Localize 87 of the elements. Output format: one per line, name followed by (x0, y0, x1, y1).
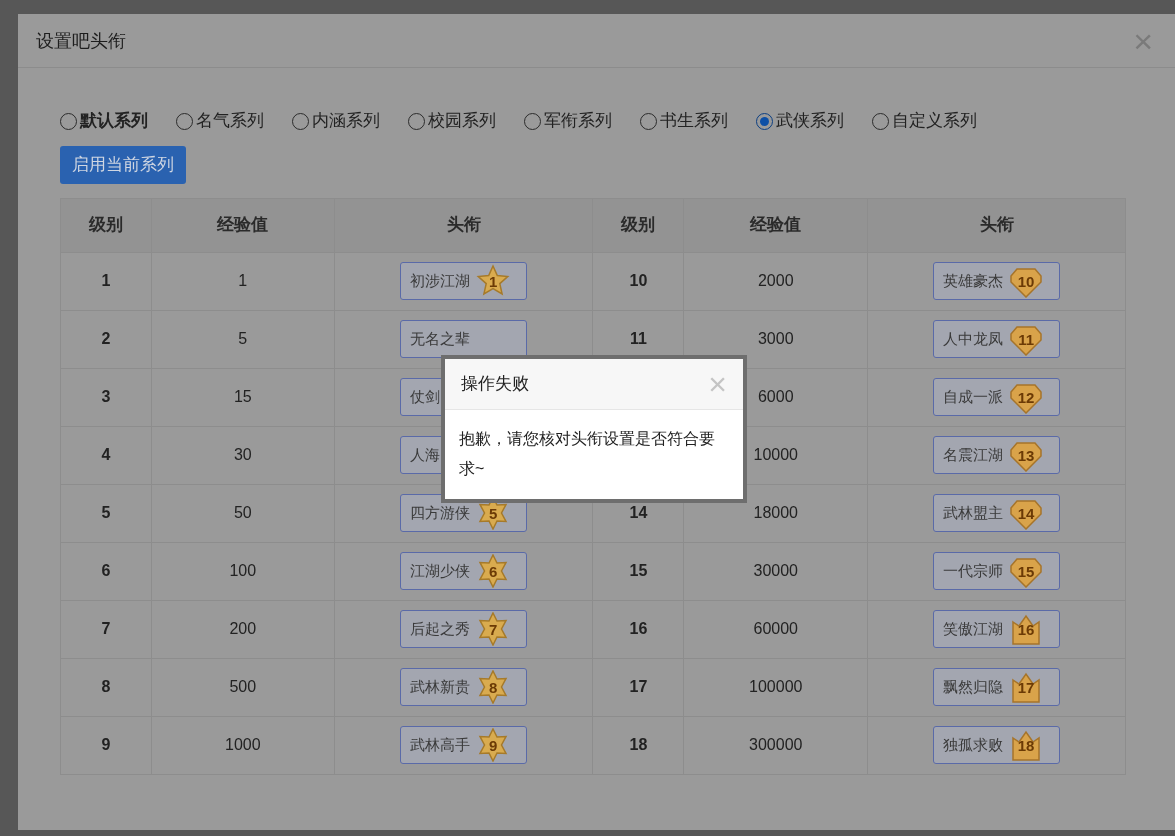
level-cell: 3 (60, 368, 152, 426)
badge-number: 15 (1017, 563, 1035, 581)
radio-label[interactable]: 名气系列 (196, 108, 264, 134)
title-text: 四方游侠 (410, 502, 471, 524)
badge-number: 12 (1017, 389, 1035, 407)
badge-number: 6 (488, 563, 498, 581)
level-cell: 2 (60, 310, 152, 368)
radio-button[interactable] (292, 112, 309, 130)
radio-label[interactable]: 书生系列 (660, 108, 728, 134)
title-text: 后起之秀 (410, 618, 471, 640)
badge-number: 14 (1017, 505, 1035, 523)
column-header: 经验值 (683, 198, 868, 252)
radio-button[interactable] (756, 112, 773, 130)
level-cell: 6 (60, 542, 152, 600)
badge-number: 17 (1017, 679, 1035, 697)
radio-label[interactable]: 默认系列 (80, 108, 148, 134)
level-cell: 8 (60, 658, 152, 716)
column-header: 级别 (60, 198, 152, 252)
title-text: 武林高手 (410, 734, 471, 756)
level-cell: 9 (60, 716, 152, 774)
level-cell: 4 (60, 426, 152, 484)
alert-title: 操作失败 (461, 372, 529, 396)
title-text: 武林盟主 (943, 502, 1004, 524)
radio-button[interactable] (176, 112, 193, 130)
exp-cell: 200 (151, 600, 335, 658)
title-text: 江湖少侠 (410, 560, 471, 582)
radio-label[interactable]: 校园系列 (428, 108, 496, 134)
level-cell: 17 (592, 658, 684, 716)
title-text: 一代宗师 (943, 560, 1004, 582)
exp-cell: 60000 (683, 600, 868, 658)
title-text: 人中龙凤 (943, 328, 1004, 350)
level-cell: 10 (592, 252, 684, 310)
level-cell: 15 (592, 542, 684, 600)
exp-cell: 500 (151, 658, 335, 716)
radio-label[interactable]: 武侠系列 (776, 108, 844, 134)
badge-number: 7 (488, 621, 498, 639)
radio-button[interactable] (640, 112, 657, 130)
star-icon (476, 264, 511, 298)
level-cell: 18 (592, 716, 684, 774)
radio-button[interactable] (60, 112, 77, 130)
exp-cell: 30 (151, 426, 335, 484)
badge-number: 18 (1017, 737, 1035, 755)
exp-cell: 100000 (683, 658, 868, 716)
radio-button[interactable] (408, 112, 425, 130)
exp-cell: 1000 (151, 716, 335, 774)
title-text: 飘然归隐 (943, 676, 1004, 698)
level-cell: 1 (60, 252, 152, 310)
badge-number: 9 (488, 737, 498, 755)
exp-cell: 300000 (683, 716, 868, 774)
badge-number: 5 (488, 505, 498, 523)
exp-cell: 30000 (683, 542, 868, 600)
title-text: 无名之辈 (410, 328, 471, 350)
dialog-title: 设置吧头衔 (36, 29, 126, 53)
title-text: 仗剑 (410, 386, 441, 408)
radio-label[interactable]: 军衔系列 (544, 108, 612, 134)
exp-cell: 15 (151, 368, 335, 426)
title-text: 独孤求败 (943, 734, 1004, 756)
exp-cell: 50 (151, 484, 335, 542)
level-cell: 7 (60, 600, 152, 658)
column-header: 头衔 (867, 198, 1126, 252)
radio-button[interactable] (872, 112, 889, 130)
column-header: 头衔 (334, 198, 593, 252)
title-text: 名震江湖 (943, 444, 1004, 466)
title-text: 自成一派 (943, 386, 1004, 408)
badge-number: 10 (1017, 273, 1035, 291)
title-text: 武林新贵 (410, 676, 471, 698)
exp-cell: 5 (151, 310, 335, 368)
title-text: 英雄豪杰 (943, 270, 1004, 292)
badge-number: 13 (1017, 447, 1035, 465)
badge-number: 1 (488, 273, 498, 291)
level-cell: 5 (60, 484, 152, 542)
exp-cell: 2000 (683, 252, 868, 310)
radio-label[interactable]: 自定义系列 (892, 108, 977, 134)
badge-number: 16 (1017, 621, 1035, 639)
title-text: 笑傲江湖 (943, 618, 1004, 640)
radio-label[interactable]: 内涵系列 (312, 108, 380, 134)
exp-cell: 100 (151, 542, 335, 600)
level-cell: 16 (592, 600, 684, 658)
title-text: 人海 (410, 444, 441, 466)
exp-cell: 1 (151, 252, 335, 310)
column-header: 级别 (592, 198, 684, 252)
radio-button[interactable] (524, 112, 541, 130)
badge-number: 8 (488, 679, 498, 697)
title-text: 初涉江湖 (410, 270, 471, 292)
column-header: 经验值 (151, 198, 335, 252)
apply-button[interactable]: 启用当前系列 (60, 146, 186, 184)
badge-number: 11 (1018, 331, 1034, 349)
